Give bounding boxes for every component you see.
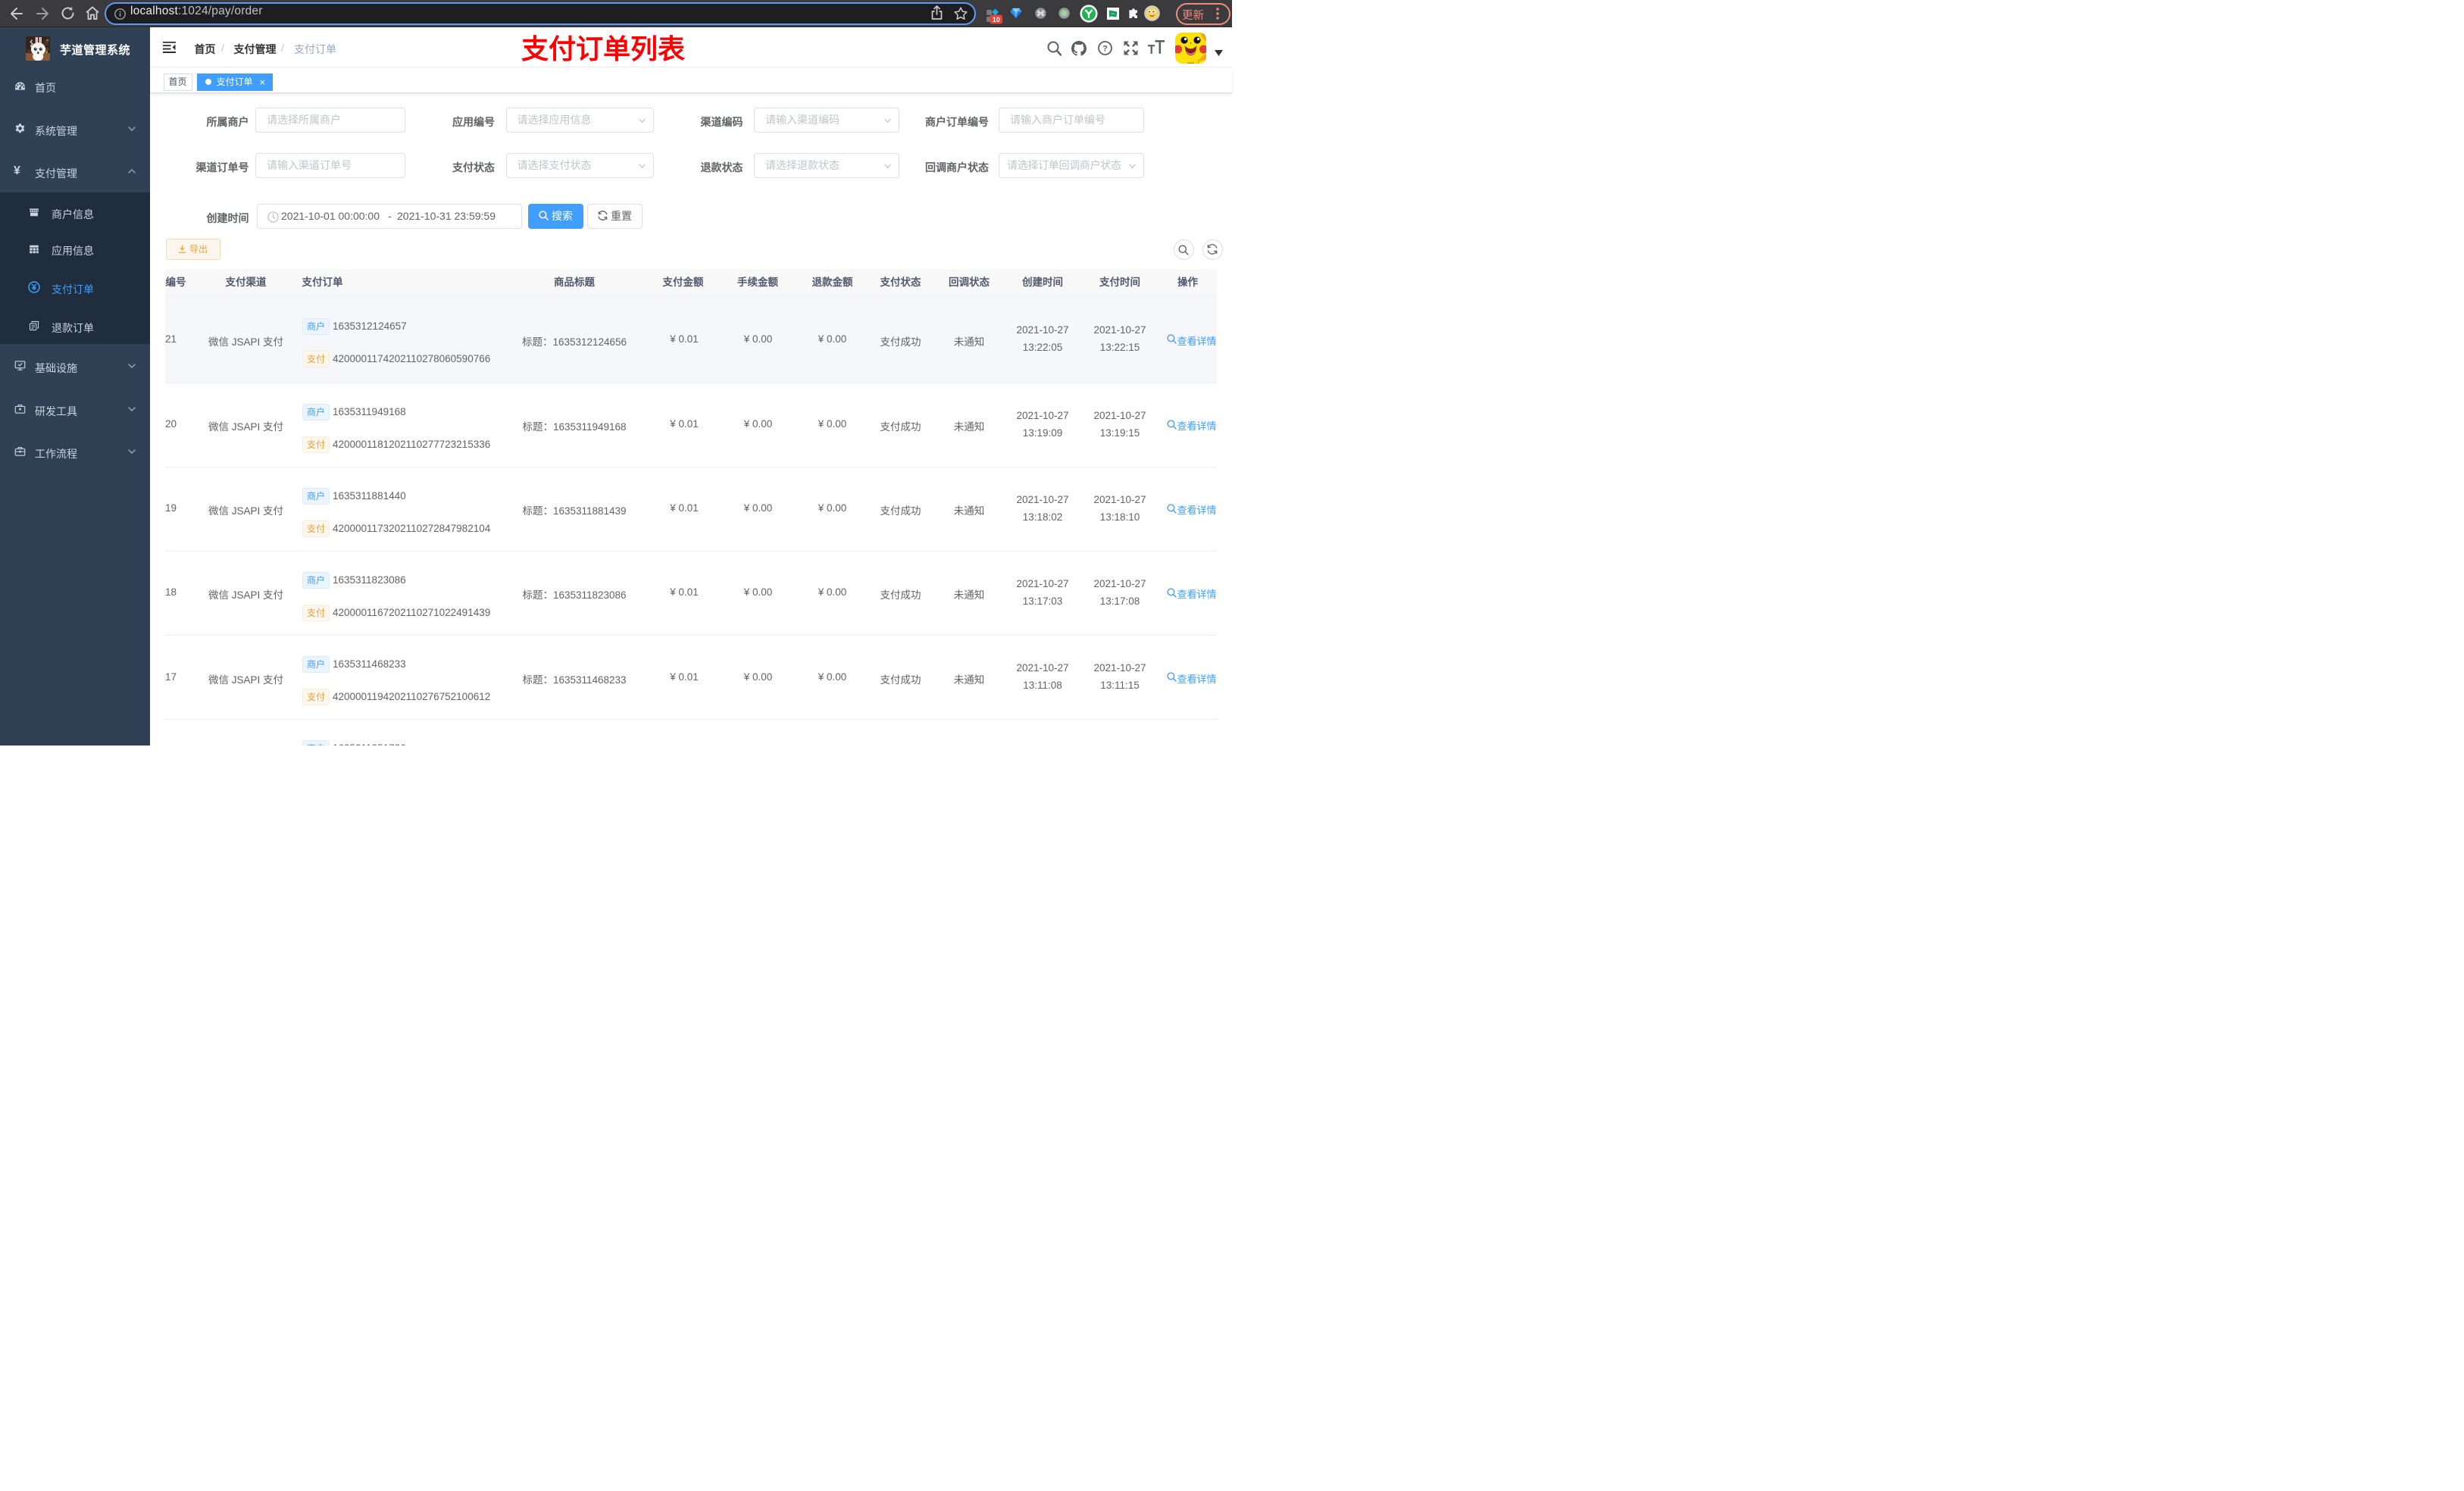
svg-text:?: ?	[1102, 45, 1108, 54]
svg-text:10: 10	[993, 16, 1000, 23]
